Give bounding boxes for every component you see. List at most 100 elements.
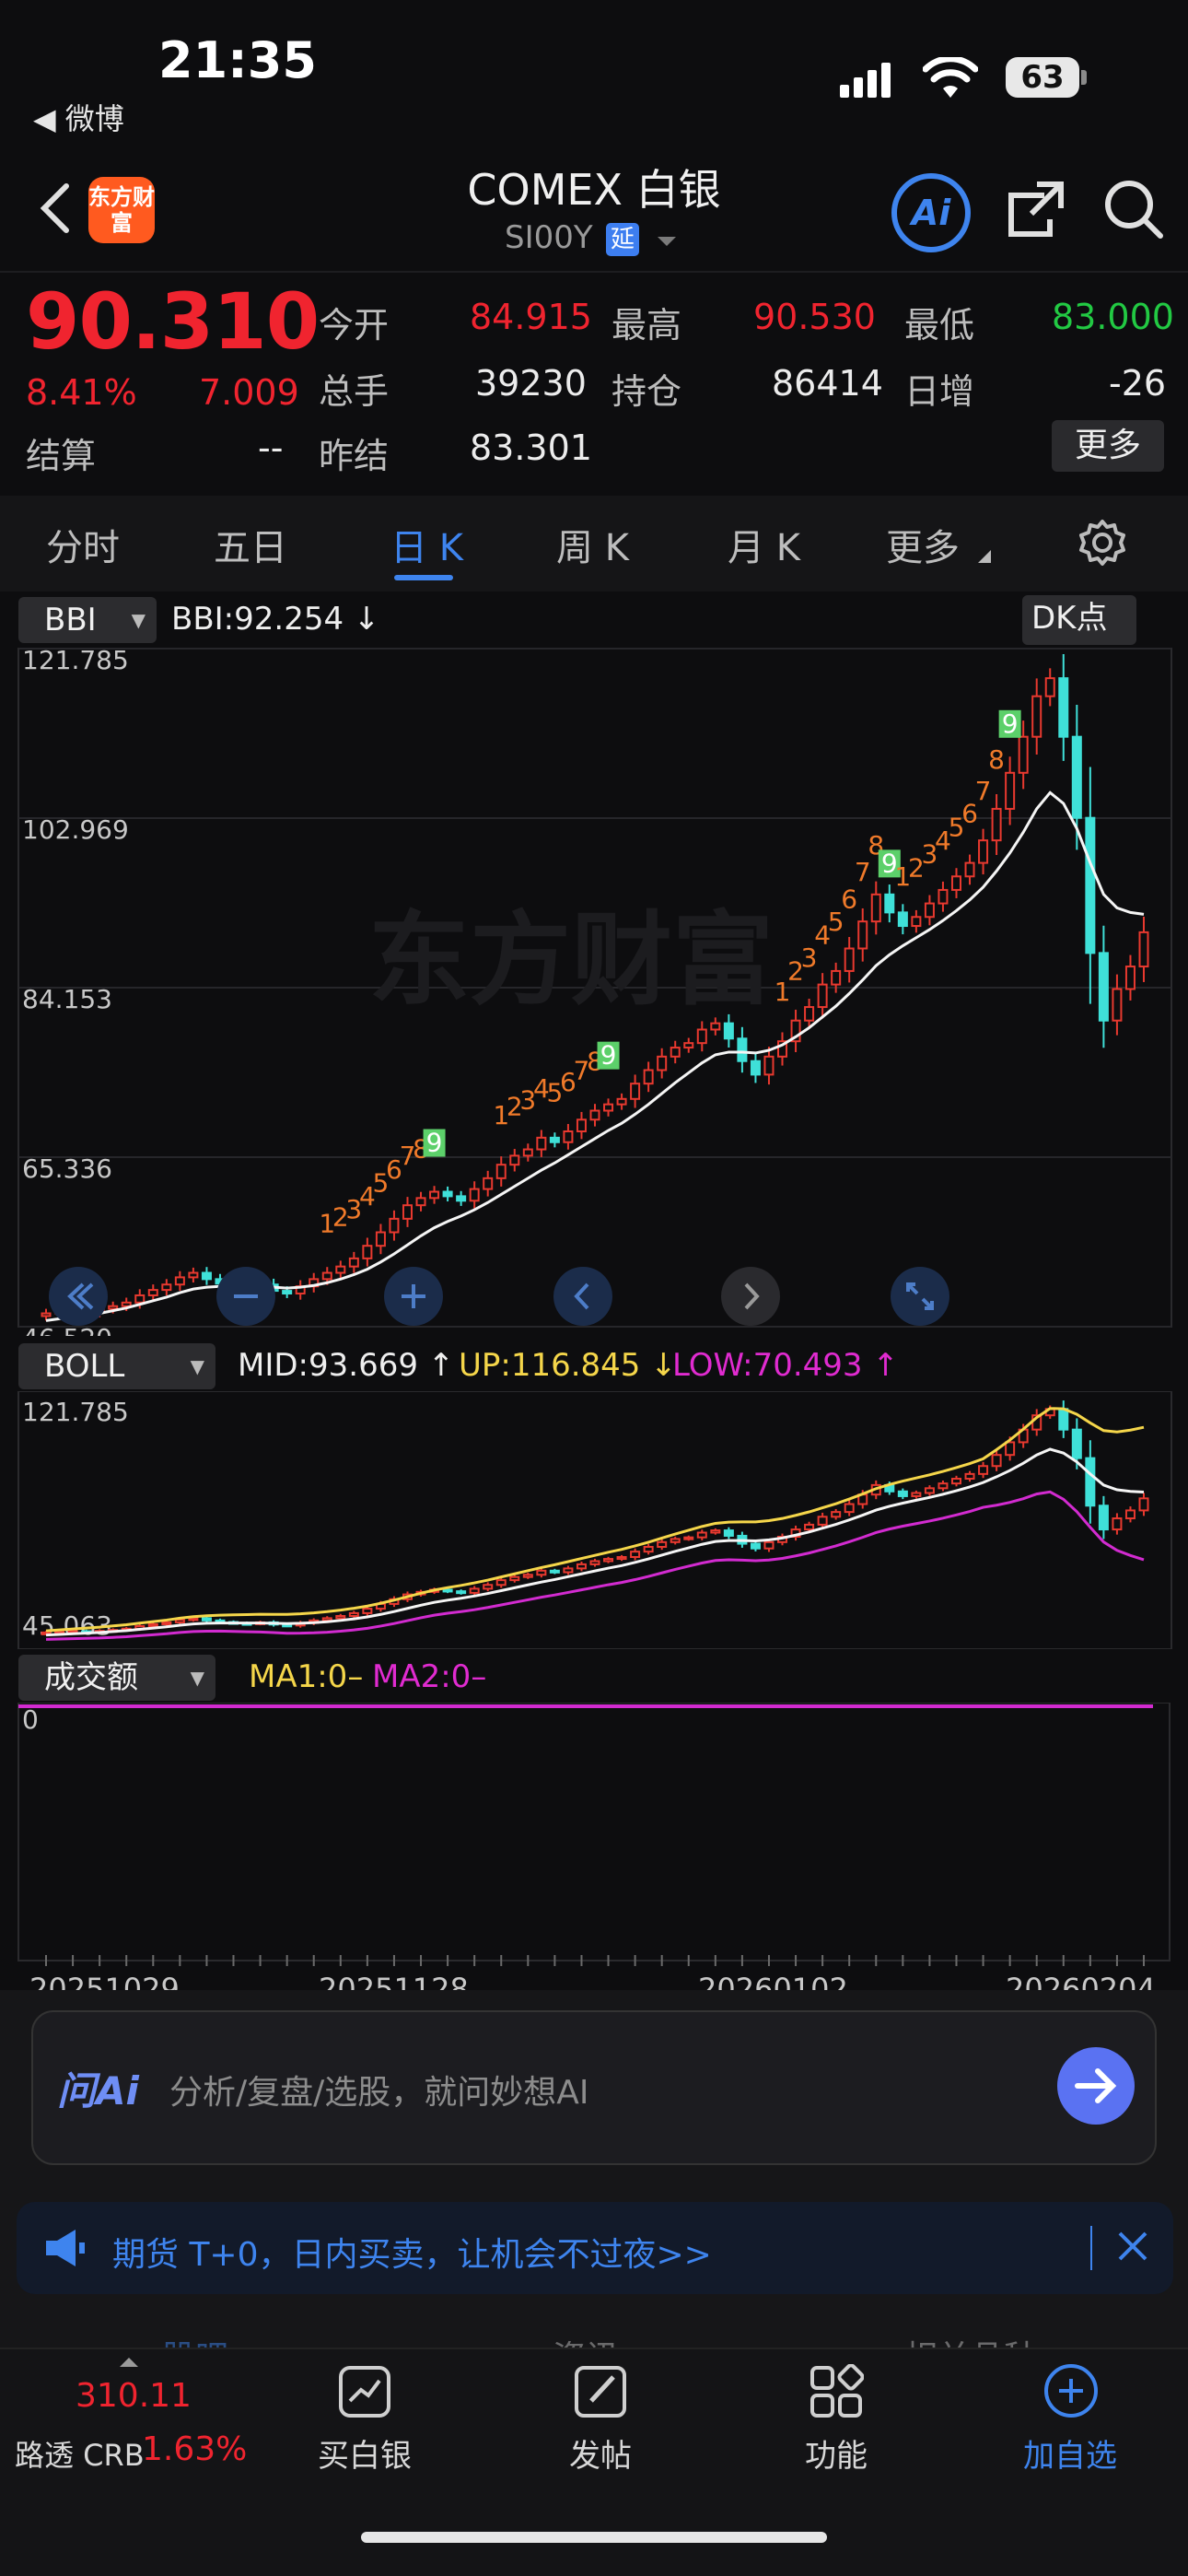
boll-indicator-select[interactable]: BOLL ▼: [18, 1343, 215, 1389]
scroll-left-button[interactable]: [553, 1266, 613, 1330]
function-button[interactable]: 功能: [744, 2430, 928, 2476]
boll-candle: [469, 1587, 480, 1594]
ai-brand: 问Ai: [57, 2068, 139, 2113]
crb-index-pct[interactable]: 1.63%: [142, 2430, 247, 2468]
share-icon[interactable]: [1004, 177, 1068, 245]
candle: [683, 1042, 694, 1049]
candle: [161, 1283, 172, 1292]
boll-candle: [911, 1492, 922, 1497]
volume-ma1-value: MA1:0–: [249, 1658, 364, 1695]
open-label: 今开: [319, 305, 390, 345]
candle: [964, 861, 975, 878]
candle: [348, 1257, 359, 1268]
candle: [938, 888, 949, 905]
boll-frame: [17, 1391, 1172, 1649]
settle-label: 结算: [26, 436, 97, 476]
header-divider: [0, 271, 1188, 273]
candlestick-chart[interactable]: 东方财富 121.785102.96984.15365.33646.520 12…: [0, 645, 1188, 1336]
search-icon[interactable]: [1101, 177, 1166, 245]
boll-up-value: UP:116.845 ↓: [459, 1347, 677, 1384]
scroll-right-button[interactable]: [720, 1266, 781, 1330]
candle: [549, 1136, 560, 1143]
status-time: 21:35: [158, 31, 317, 89]
volume-label: 总手: [319, 371, 390, 412]
ai-placeholder: 分析/复盘/选股，就问妙想AI: [169, 2074, 589, 2112]
boll-candle: [1112, 1517, 1123, 1531]
candle: [844, 947, 855, 972]
candle: [1018, 735, 1029, 774]
candle: [576, 1118, 587, 1132]
candle: [147, 1289, 158, 1296]
contract-code[interactable]: SI00Y: [505, 219, 593, 256]
boll-candle: [964, 1472, 975, 1481]
tab-monthly-k[interactable]: 月 K: [728, 518, 800, 571]
promo-banner[interactable]: 期货 T+0，日内买卖，让机会不过夜>>: [17, 2202, 1173, 2294]
post-button[interactable]: 发帖: [508, 2430, 693, 2476]
boll-candle: [536, 1569, 547, 1576]
caret-down-icon[interactable]: [656, 234, 678, 252]
back-to-app-link[interactable]: ◀ 微博: [33, 96, 124, 138]
app-logo: 东方财富: [88, 177, 155, 243]
edit-post-icon[interactable]: [573, 2364, 628, 2423]
td-count-label: 9: [1002, 708, 1019, 739]
tab-five-day[interactable]: 五日: [214, 518, 287, 571]
fullscreen-button[interactable]: [890, 1266, 950, 1330]
caret-down-icon: ▼: [131, 609, 146, 631]
tab-more[interactable]: 更多: [886, 518, 960, 571]
quote-more-button[interactable]: 更多: [1052, 420, 1164, 472]
daily-increase-label: 日增: [904, 371, 975, 412]
promo-text: 期货 T+0，日内买卖，让机会不过夜>>: [112, 2236, 712, 2274]
y-tick-label: 65.336: [22, 1153, 112, 1184]
add-watchlist-icon[interactable]: [1042, 2362, 1100, 2423]
open-value: 84.915: [470, 297, 592, 337]
candle: [630, 1083, 641, 1100]
main-indicator-name: BBI: [44, 602, 97, 638]
add-watchlist-button[interactable]: 加自选: [978, 2430, 1162, 2476]
boll-candle: [1124, 1509, 1136, 1520]
volume-chart[interactable]: 0: [0, 1703, 1188, 1979]
crb-index-name[interactable]: 路透 CRB: [15, 2432, 145, 2475]
crb-index-value[interactable]: 310.11: [76, 2377, 192, 2415]
zoom-in-button[interactable]: [383, 1266, 444, 1330]
scroll-start-button[interactable]: [48, 1266, 109, 1330]
boll-mid-value: MID:93.669 ↑: [238, 1347, 455, 1384]
ai-send-button[interactable]: [1055, 2045, 1136, 2130]
boll-candle: [563, 1567, 574, 1574]
y-tick-label: 121.785: [22, 645, 129, 675]
function-grid-icon[interactable]: [809, 2363, 865, 2423]
candle: [121, 1301, 132, 1307]
ai-button-icon[interactable]: Ai: [890, 171, 973, 258]
candle: [456, 1195, 467, 1202]
more-corner-icon: [978, 549, 991, 567]
dk-point-button[interactable]: DK点: [1022, 595, 1136, 645]
boll-chart[interactable]: 121.785 45.063: [0, 1391, 1188, 1649]
ask-ai-input[interactable]: 问Ai 分析/复盘/选股，就问妙想AI: [31, 2010, 1157, 2165]
boll-candle: [442, 1588, 453, 1593]
td-count-label: 7: [975, 776, 992, 806]
tab-intraday[interactable]: 分时: [46, 518, 120, 571]
active-tab-underline: [394, 575, 453, 580]
boll-up-line: [45, 1407, 1145, 1633]
main-indicator-select[interactable]: BBI ▼: [18, 597, 157, 643]
close-icon[interactable]: [1114, 2228, 1151, 2268]
buy-chart-icon[interactable]: [337, 2364, 392, 2423]
change-amount: 7.009: [199, 372, 299, 413]
boll-candle: [657, 1540, 668, 1548]
boll-candle: [1098, 1505, 1109, 1531]
buy-silver-button[interactable]: 买白银: [273, 2430, 457, 2476]
zoom-out-button[interactable]: [215, 1266, 276, 1330]
tab-weekly-k[interactable]: 周 K: [556, 518, 629, 571]
tab-daily-k[interactable]: 日 K: [390, 518, 463, 571]
candle: [201, 1271, 212, 1281]
low-label: 最低: [904, 305, 975, 345]
volume-indicator-select[interactable]: 成交额 ▼: [18, 1655, 215, 1701]
boll-candle: [924, 1487, 935, 1494]
page-title: COMEX 白银: [467, 165, 721, 215]
settings-gear-icon[interactable]: [1077, 518, 1127, 571]
boll-candle: [817, 1516, 828, 1526]
back-chevron-icon[interactable]: [37, 181, 74, 240]
boll-mid-line: [45, 1447, 1145, 1637]
volume-value: 39230: [475, 363, 587, 404]
boll-candle: [483, 1584, 494, 1590]
promo-divider: [1090, 2226, 1092, 2270]
